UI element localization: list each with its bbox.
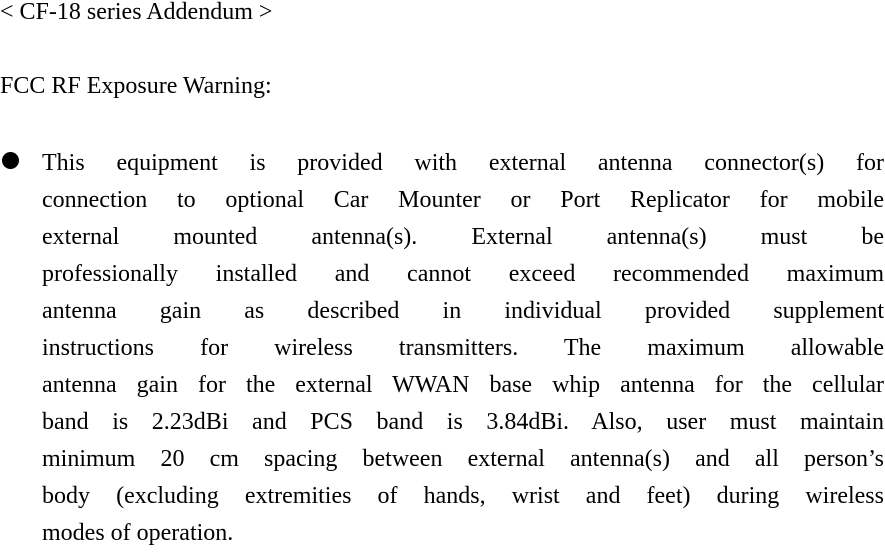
document-title: < CF-18 series Addendum >	[0, 0, 273, 25]
paragraph-line: antenna gain as described in individual …	[42, 298, 884, 324]
paragraph-line: minimum 20 cm spacing between external a…	[42, 446, 884, 472]
section-heading: FCC RF Exposure Warning:	[0, 73, 272, 99]
bullet-paragraph: This equipment is provided with external…	[42, 146, 884, 553]
paragraph-line: external mounted antenna(s). External an…	[42, 224, 884, 250]
paragraph-line: antenna gain for the external WWAN base …	[42, 372, 884, 398]
bullet-icon	[2, 152, 19, 169]
paragraph-line: professionally installed and cannot exce…	[42, 261, 884, 287]
paragraph-line: connection to optional Car Mounter or Po…	[42, 187, 884, 213]
paragraph-line: instructions for wireless transmitters. …	[42, 335, 884, 361]
paragraph-line: modes of operation.	[42, 520, 234, 546]
paragraph-line: band is 2.23dBi and PCS band is 3.84dBi.…	[42, 409, 884, 435]
paragraph-line: This equipment is provided with external…	[42, 150, 884, 176]
paragraph-line: body (excluding extremities of hands, wr…	[42, 483, 884, 509]
